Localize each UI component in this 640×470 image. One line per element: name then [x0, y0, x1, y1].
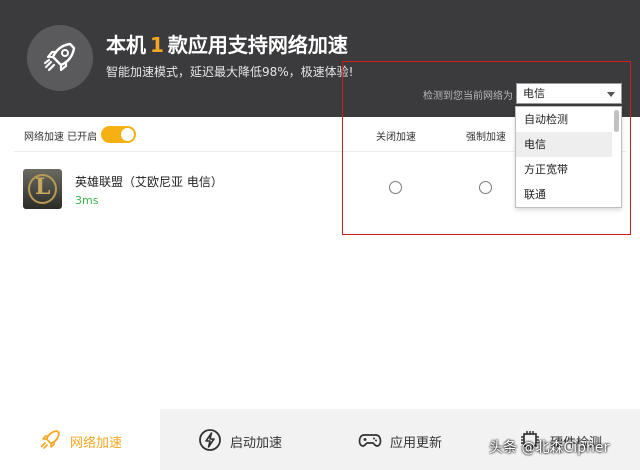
title-suffix: 款应用支持网络加速 [167, 33, 348, 57]
header-rocket-badge [27, 25, 93, 91]
network-dropdown-list[interactable]: 自动检测 电信 方正宽带 联通 [515, 106, 622, 208]
chevron-down-icon [607, 92, 615, 97]
network-option-auto[interactable]: 自动检测 [516, 107, 612, 132]
network-option-founder[interactable]: 方正宽带 [516, 157, 612, 182]
tab-label: 应用更新 [390, 436, 443, 451]
acceleration-toggle[interactable] [101, 126, 136, 143]
toggle-knob [121, 128, 134, 141]
network-detect-label: 检测到您当前网络为 [423, 91, 513, 102]
radio-disable-acceleration[interactable] [389, 181, 402, 194]
network-option-telecom[interactable]: 电信 [516, 132, 612, 157]
tab-app-update[interactable]: 应用更新 [320, 409, 480, 470]
page-title: 本机 1 款应用支持网络加速 [106, 29, 348, 58]
logo-letter: L [35, 174, 51, 200]
radio-force-acceleration[interactable] [479, 181, 492, 194]
tab-label: 启动加速 [230, 436, 283, 451]
header: 本机 1 款应用支持网络加速 智能加速模式，延迟最大降低98%，极速体验! 检测到您… [0, 0, 640, 117]
title-prefix: 本机 [106, 33, 146, 57]
acceleration-toggle-label: 网络加速 已开启 [24, 132, 98, 143]
lightning-icon [199, 429, 221, 451]
app-latency: 3ms [75, 194, 99, 207]
gamepad-icon [358, 434, 382, 447]
rocket-icon [43, 42, 76, 72]
watermark: 头条 @北森Cipher [489, 440, 610, 456]
network-select[interactable]: 电信 [516, 83, 622, 104]
lol-logo-icon: L [23, 169, 62, 209]
tab-startup-acceleration[interactable]: 启动加速 [160, 409, 320, 470]
network-select-value: 电信 [523, 87, 545, 100]
app-count: 1 [150, 33, 164, 57]
tab-network-acceleration[interactable]: 网络加速 [0, 409, 160, 470]
tab-label: 网络加速 [70, 436, 123, 451]
app-name: 英雄联盟（艾欧尼亚 电信） [75, 175, 223, 189]
rocket-icon [40, 430, 60, 449]
column-header-force: 强制加速 [466, 132, 506, 143]
column-header-off: 关闭加速 [376, 132, 416, 143]
dropdown-scrollbar[interactable] [614, 110, 619, 132]
page-subtitle: 智能加速模式，延迟最大降低98%，极速体验! [106, 65, 354, 79]
network-option-unicom[interactable]: 联通 [516, 182, 612, 207]
